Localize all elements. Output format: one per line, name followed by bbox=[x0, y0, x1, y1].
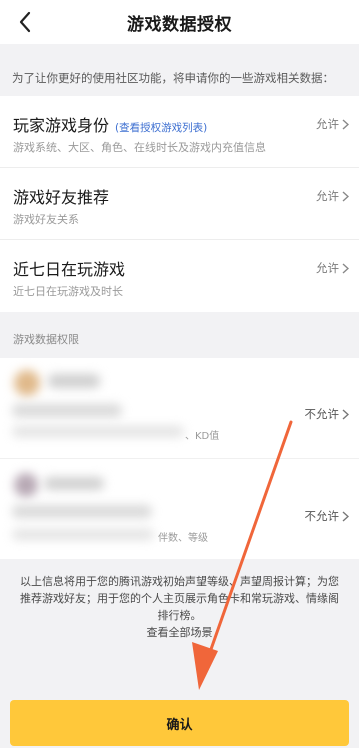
permission-item-friend-recommend[interactable]: 游戏好友推荐 游戏好友关系 允许 bbox=[0, 168, 359, 240]
permission-title: 近七日在玩游戏 bbox=[13, 260, 126, 279]
chevron-right-icon bbox=[342, 510, 349, 522]
back-button[interactable] bbox=[10, 7, 40, 37]
permission-status[interactable]: 允许 bbox=[316, 260, 349, 276]
chevron-right-icon bbox=[342, 190, 349, 202]
game-data-desc: 伴数、等级 bbox=[158, 533, 208, 544]
permission-status-text: 允许 bbox=[316, 117, 339, 131]
permission-status[interactable]: 允许 bbox=[316, 188, 349, 204]
chevron-right-icon bbox=[342, 262, 349, 274]
permission-title-text: 玩家游戏身份 bbox=[13, 116, 110, 135]
permission-desc: 游戏好友关系 bbox=[13, 213, 79, 226]
game-data-item[interactable]: 伴数、等级 不允许 bbox=[0, 458, 359, 559]
permission-item-game-identity[interactable]: 玩家游戏身份 (查看授权游戏列表) 游戏系统、大区、角色、在线时长及游戏内充值信息… bbox=[0, 96, 359, 168]
header: 游戏数据授权 bbox=[0, 0, 359, 44]
game-data-status[interactable]: 不允许 bbox=[304, 406, 349, 422]
permission-status-text: 允许 bbox=[316, 261, 339, 275]
game-data-item[interactable]: 、KD值 不允许 bbox=[0, 358, 359, 458]
page-title: 游戏数据授权 bbox=[127, 14, 232, 35]
game-name-blurred bbox=[48, 374, 100, 388]
confirm-button[interactable]: 确认 bbox=[10, 700, 349, 746]
game-name-blurred bbox=[44, 477, 104, 490]
permission-notice: 为了让你更好的使用社区功能，将申请你的一些游戏相关数据： bbox=[12, 71, 334, 85]
footer-info: 以上信息将用于您的腾讯游戏初始声望等级、声望周报计算；为您推荐游戏好友；用于您的… bbox=[20, 575, 339, 622]
chevron-right-icon bbox=[342, 118, 349, 130]
game-data-status[interactable]: 不允许 bbox=[304, 508, 349, 524]
game-info-blurred bbox=[12, 404, 122, 417]
game-avatar-blurred bbox=[14, 370, 40, 396]
permission-title: 游戏好友推荐 bbox=[13, 188, 110, 207]
authorized-games-link[interactable]: (查看授权游戏列表) bbox=[115, 122, 207, 134]
section-label: 游戏数据权限 bbox=[13, 333, 79, 346]
permission-item-recent-games[interactable]: 近七日在玩游戏 近七日在玩游戏及时长 允许 bbox=[0, 240, 359, 312]
game-data-list: 、KD值 不允许 伴数、等级 不允许 bbox=[0, 358, 359, 559]
game-data-desc: 、KD值 bbox=[185, 431, 220, 442]
game-info-blurred bbox=[12, 505, 152, 518]
view-all-scenes-link[interactable]: 查看全部场景 bbox=[0, 624, 359, 640]
permission-status-text: 允许 bbox=[316, 189, 339, 203]
game-info-blurred bbox=[12, 529, 154, 540]
permission-desc: 游戏系统、大区、角色、在线时长及游戏内充值信息 bbox=[13, 141, 266, 154]
game-data-status-text: 不允许 bbox=[304, 407, 340, 421]
chevron-right-icon bbox=[342, 408, 349, 420]
permission-title: 玩家游戏身份 (查看授权游戏列表) bbox=[13, 112, 207, 136]
permission-desc: 近七日在玩游戏及时长 bbox=[13, 285, 123, 298]
game-data-status-text: 不允许 bbox=[304, 509, 340, 523]
game-avatar-blurred bbox=[14, 473, 38, 497]
permission-status[interactable]: 允许 bbox=[316, 116, 349, 132]
chevron-left-icon bbox=[19, 11, 31, 33]
game-info-blurred bbox=[12, 426, 184, 437]
permission-list: 玩家游戏身份 (查看授权游戏列表) 游戏系统、大区、角色、在线时长及游戏内充值信息… bbox=[0, 96, 359, 312]
